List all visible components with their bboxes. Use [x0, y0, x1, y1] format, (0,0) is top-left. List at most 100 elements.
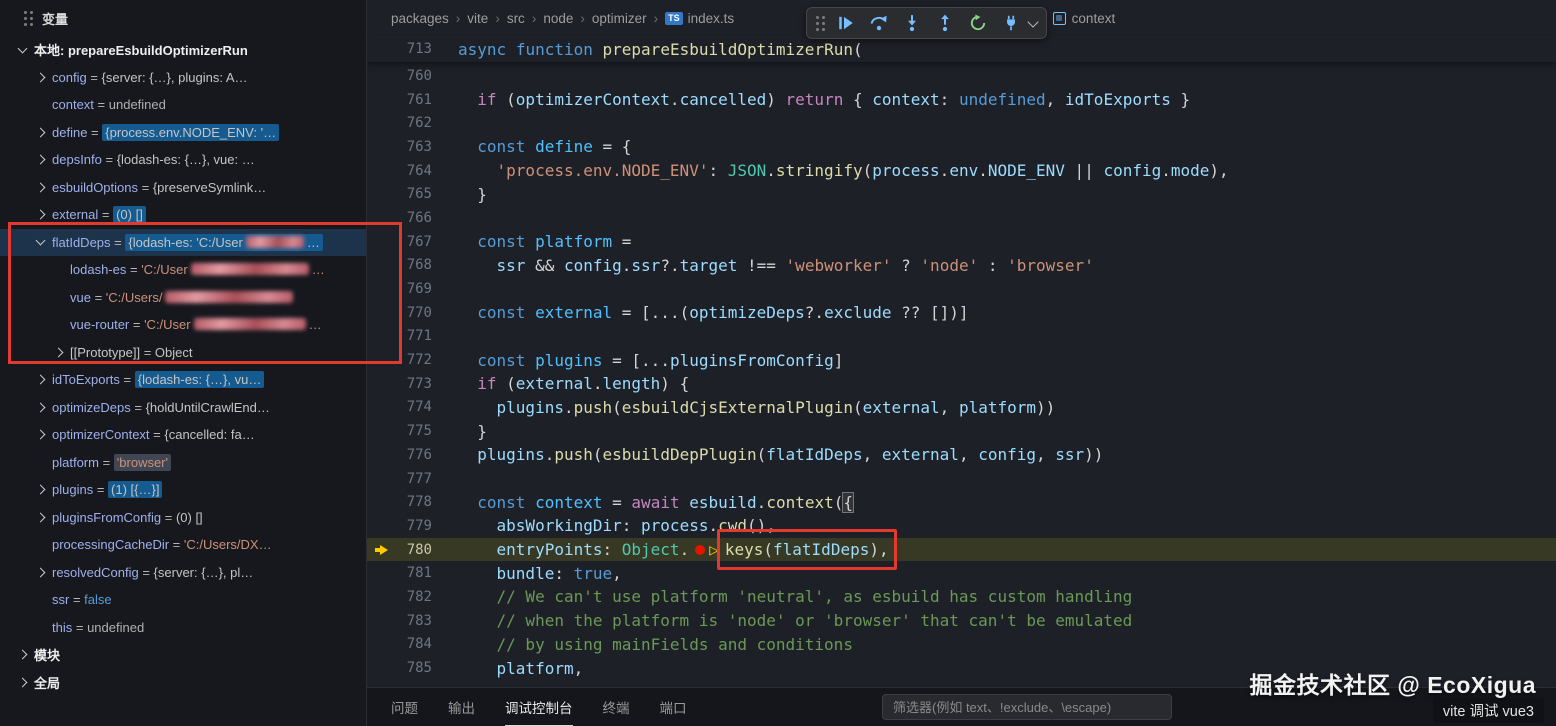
breakpoint-margin[interactable]	[367, 37, 395, 61]
variable-row[interactable]: resolvedConfig = {server: {…}, pl…	[0, 559, 366, 587]
variable-row[interactable]: platform = 'browser'	[0, 449, 366, 477]
code-text[interactable]: plugins.push(esbuildCjsExternalPlugin(ex…	[432, 398, 1056, 417]
code-text[interactable]: ssr && config.ssr?.target !== 'webworker…	[432, 256, 1094, 275]
breakpoint-margin[interactable]	[367, 325, 395, 349]
code-text[interactable]: const external = [...(optimizeDeps?.excl…	[432, 303, 968, 322]
variable-row[interactable]: define = {process.env.NODE_ENV: '…	[0, 119, 366, 147]
breakpoint-margin[interactable]	[367, 561, 395, 585]
variable-row[interactable]: optimizeDeps = {holdUntilCrawlEnd…	[0, 394, 366, 422]
variable-row[interactable]: ssr = false	[0, 586, 366, 614]
step-into-button[interactable]	[900, 11, 924, 35]
breadcrumb-item[interactable]: node	[543, 11, 573, 26]
panel-tab[interactable]: 调试控制台	[505, 688, 573, 726]
breakpoint-margin[interactable]	[367, 277, 395, 301]
code-text[interactable]: entryPoints: Object. ▷ keys(flatIdDeps),	[432, 529, 897, 571]
variable-row[interactable]: plugins = (1) [{…}]	[0, 476, 366, 504]
breadcrumb-item[interactable]: vite	[467, 11, 488, 26]
breakpoint-margin[interactable]	[367, 206, 395, 230]
breakpoint-margin[interactable]	[367, 633, 395, 657]
breakpoint-margin[interactable]	[367, 348, 395, 372]
breakpoint-margin[interactable]	[367, 443, 395, 467]
step-over-button[interactable]	[867, 11, 891, 35]
breakpoint-margin[interactable]	[367, 585, 395, 609]
step-out-button[interactable]	[933, 11, 957, 35]
line-number[interactable]: 775	[395, 423, 432, 439]
breakpoint-margin[interactable]	[367, 538, 395, 562]
inline-breakpoint-icon[interactable]	[695, 545, 706, 556]
continue-button[interactable]	[834, 11, 858, 35]
console-filter-input[interactable]	[882, 694, 1172, 720]
code-text[interactable]: async function prepareEsbuildOptimizerRu…	[432, 40, 863, 59]
variable-row[interactable]: context = undefined	[0, 91, 366, 119]
restart-button[interactable]	[966, 11, 990, 35]
variable-row[interactable]: vue = 'C:/Users/	[0, 284, 366, 312]
line-number[interactable]: 777	[395, 471, 432, 487]
breakpoint-margin[interactable]	[367, 64, 395, 88]
code-text[interactable]: const context = await esbuild.context({	[432, 491, 854, 513]
variable-row[interactable]: config = {server: {…}, plugins: A…	[0, 64, 366, 92]
variable-row[interactable]: idToExports = {lodash-es: {…}, vu…	[0, 366, 366, 394]
breakpoint-margin[interactable]	[367, 467, 395, 491]
panel-tab[interactable]: 问题	[391, 688, 418, 726]
line-number[interactable]: 785	[395, 660, 432, 676]
code-text[interactable]: if (external.length) {	[432, 374, 689, 393]
breadcrumb-item[interactable]: optimizer	[592, 11, 647, 26]
disconnect-button[interactable]	[999, 11, 1023, 35]
code-text[interactable]: }	[432, 185, 487, 204]
line-number[interactable]: 765	[395, 186, 432, 202]
variable-row[interactable]: vue-router = 'C:/User…	[0, 311, 366, 339]
variable-row[interactable]: processingCacheDir = 'C:/Users/DX…	[0, 531, 366, 559]
line-number[interactable]: 764	[395, 163, 432, 179]
code-text[interactable]: 'process.env.NODE_ENV': JSON.stringify(p…	[432, 161, 1229, 180]
variable-row[interactable]: this = undefined	[0, 614, 366, 642]
line-number[interactable]: 780	[395, 542, 432, 558]
scope-row[interactable]: 本地: prepareEsbuildOptimizerRun	[0, 36, 366, 64]
line-number[interactable]: 779	[395, 518, 432, 534]
code-text[interactable]: bundle: true,	[432, 564, 622, 583]
panel-tab[interactable]: 端口	[660, 688, 687, 726]
code-text[interactable]: // by using mainFields and conditions	[432, 635, 853, 654]
variable-row[interactable]: optimizerContext = {cancelled: fa…	[0, 421, 366, 449]
variable-row[interactable]: [[Prototype]] = Object	[0, 339, 366, 367]
chevron-down-icon[interactable]	[1027, 15, 1039, 28]
line-number[interactable]: 761	[395, 92, 432, 108]
line-number[interactable]: 760	[395, 68, 432, 84]
variable-row[interactable]: flatIdDeps = {lodash-es: 'C:/User…	[0, 228, 366, 256]
variable-row[interactable]: lodash-es = 'C:/User…	[0, 256, 366, 284]
breadcrumb-item[interactable]: context	[1052, 11, 1115, 26]
code-text[interactable]: plugins.push(esbuildDepPlugin(flatIdDeps…	[432, 445, 1103, 464]
line-number[interactable]: 770	[395, 305, 432, 321]
breakpoint-margin[interactable]	[367, 372, 395, 396]
code-text[interactable]: // We can't use platform 'neutral', as e…	[432, 587, 1133, 606]
line-number[interactable]: 771	[395, 328, 432, 344]
breakpoint-margin[interactable]	[367, 230, 395, 254]
breakpoint-margin[interactable]	[367, 609, 395, 633]
line-number[interactable]: 781	[395, 565, 432, 581]
breakpoint-margin[interactable]	[367, 301, 395, 325]
breadcrumb-item[interactable]: src	[507, 11, 525, 26]
line-number[interactable]: 774	[395, 399, 432, 415]
panel-tab[interactable]: 输出	[448, 688, 475, 726]
line-number[interactable]: 762	[395, 115, 432, 131]
variable-row[interactable]: depsInfo = {lodash-es: {…}, vue: …	[0, 146, 366, 174]
line-number[interactable]: 766	[395, 210, 432, 226]
breakpoint-margin[interactable]	[367, 514, 395, 538]
breadcrumb-item[interactable]: TS index.ts	[665, 11, 734, 26]
scope-row[interactable]: 全局	[0, 669, 366, 697]
breakpoint-margin[interactable]	[367, 396, 395, 420]
breakpoint-margin[interactable]	[367, 656, 395, 680]
breakpoint-margin[interactable]	[367, 419, 395, 443]
toolbar-drag-grip-icon[interactable]	[816, 15, 825, 31]
line-number[interactable]: 783	[395, 613, 432, 629]
code-text[interactable]: const platform =	[432, 232, 631, 251]
breadcrumb-item[interactable]: packages	[391, 11, 449, 26]
code-text[interactable]: if (optimizerContext.cancelled) return {…	[432, 90, 1190, 109]
line-number[interactable]: 778	[395, 494, 432, 510]
code-text[interactable]: }	[432, 422, 487, 441]
line-number[interactable]: 772	[395, 352, 432, 368]
breakpoint-margin[interactable]	[367, 88, 395, 112]
variable-row[interactable]: pluginsFromConfig = (0) []	[0, 504, 366, 532]
breakpoint-margin[interactable]	[367, 254, 395, 278]
line-number[interactable]: 773	[395, 376, 432, 392]
scope-row[interactable]: 模块	[0, 641, 366, 669]
